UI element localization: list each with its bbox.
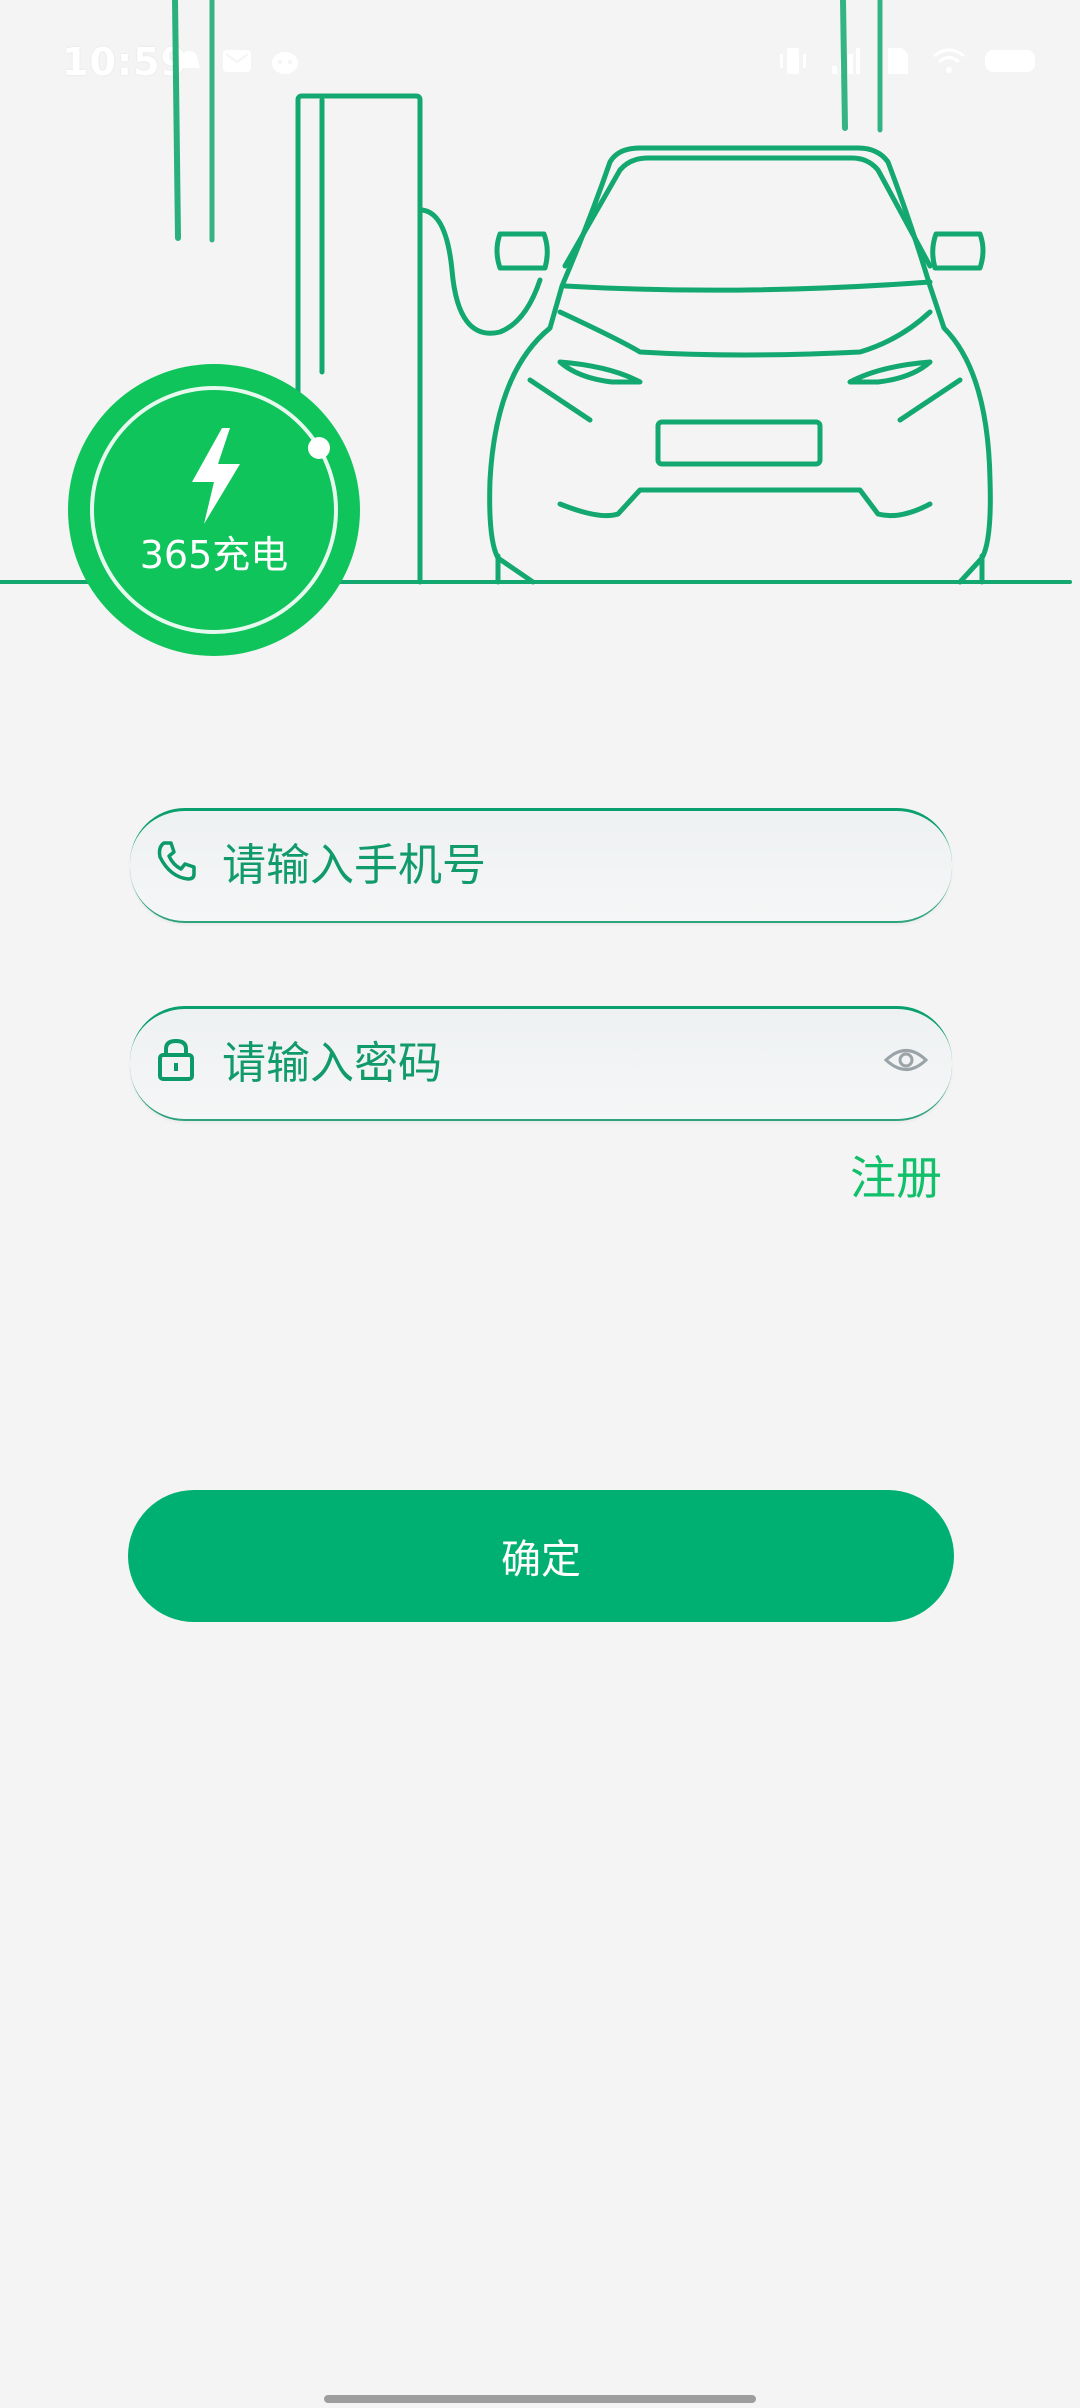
phone-input[interactable]	[220, 829, 844, 901]
phone-icon	[157, 841, 196, 881]
brand-logo-badge: 365充电	[68, 364, 360, 656]
logo-text: 365充电	[139, 533, 289, 577]
confirm-button[interactable]: 确定	[128, 1490, 954, 1622]
password-field[interactable]	[130, 1006, 952, 1121]
lightning-bolt-icon	[192, 428, 240, 524]
home-indicator[interactable]	[324, 2395, 756, 2403]
lock-icon	[158, 1038, 194, 1081]
register-link[interactable]: 注册	[850, 1142, 942, 1208]
password-input[interactable]	[220, 1027, 844, 1099]
badge-dot	[308, 437, 330, 459]
hero-illustration: 365充电	[0, 0, 1080, 660]
eye-icon[interactable]	[884, 1045, 928, 1075]
phone-field[interactable]	[130, 808, 952, 923]
